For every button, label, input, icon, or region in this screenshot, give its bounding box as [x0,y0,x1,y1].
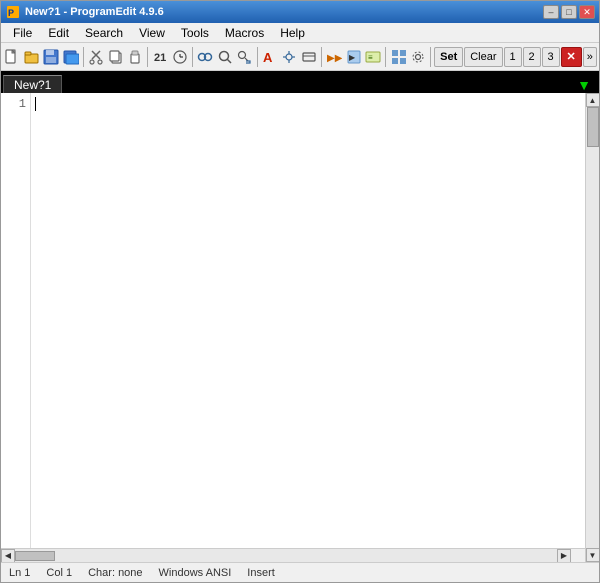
tab-label: New?1 [14,78,51,92]
svg-text:A: A [263,50,273,65]
clear-button[interactable]: Clear [464,47,502,67]
expand-toolbar-button[interactable]: » [583,47,597,67]
app-icon: P [5,4,21,20]
menu-bar: File Edit Search View Tools Macros Help [1,23,599,43]
scroll-right-button[interactable]: ▶ [557,549,571,563]
text-cursor [35,97,36,111]
tab-new1[interactable]: New?1 [3,75,62,93]
set-button[interactable]: Set [434,47,463,67]
download-icon[interactable]: ▼ [571,77,597,93]
open-button[interactable] [23,46,42,68]
v-scroll-thumb[interactable] [587,107,599,147]
settings-button[interactable] [409,46,428,68]
paste-button[interactable] [126,46,145,68]
new-button[interactable] [3,46,22,68]
sep1 [83,47,84,67]
scroll-up-button[interactable]: ▲ [586,93,600,107]
run2-button[interactable]: ▶ [344,46,363,68]
window-title: New?1 - ProgramEdit 4.9.6 [25,6,543,18]
svg-text:P: P [8,8,14,18]
tab-bar: New?1 ▼ [1,71,599,93]
status-ln: Ln 1 [9,567,30,579]
save-all-button[interactable] [62,46,81,68]
menu-help[interactable]: Help [272,24,313,42]
tool1-button[interactable] [280,46,299,68]
search-binocular-button[interactable] [196,46,215,68]
run1-button[interactable]: ▶▶ [325,46,344,68]
sep5 [321,47,322,67]
main-window: P New?1 - ProgramEdit 4.9.6 – □ ✕ File E… [0,0,600,583]
grid-button[interactable] [389,46,408,68]
menu-tools[interactable]: Tools [173,24,217,42]
copy-button[interactable] [106,46,125,68]
vertical-scrollbar: ▲ ▼ [585,93,599,562]
tool2-button[interactable] [300,46,319,68]
menu-view[interactable]: View [131,24,173,42]
svg-text:▶▶: ▶▶ [327,53,342,64]
sep2 [147,47,148,67]
toolbar: 21 A ▶▶ [1,43,599,71]
num3-button[interactable]: 3 [542,47,560,67]
cut-button[interactable] [87,46,106,68]
menu-macros[interactable]: Macros [217,24,272,42]
scroll-corner [571,549,585,563]
find-button[interactable] [216,46,235,68]
editor-area[interactable] [31,93,585,548]
status-encoding: Windows ANSI [159,567,232,579]
num2-button[interactable]: 2 [523,47,541,67]
replace-button[interactable] [235,46,254,68]
save-button[interactable] [42,46,61,68]
title-bar: P New?1 - ProgramEdit 4.9.6 – □ ✕ [1,1,599,23]
line-number-1: 1 [5,97,26,111]
scroll-left-button[interactable]: ◀ [1,549,15,563]
status-col: Col 1 [46,567,72,579]
svg-text:▶: ▶ [349,53,356,62]
time-button[interactable] [171,46,190,68]
restore-button[interactable]: □ [561,5,577,19]
status-mode: Insert [247,567,275,579]
h-scroll-track[interactable] [15,549,557,563]
line-numbers: 1 [1,93,31,548]
h-scroll-thumb[interactable] [15,551,55,561]
menu-edit[interactable]: Edit [40,24,77,42]
run3-button[interactable]: ≡ [364,46,383,68]
bookmark-clear-button[interactable]: ✕ [561,47,582,67]
horizontal-scrollbar: ◀ ▶ [1,548,585,562]
status-char: Char: none [88,567,142,579]
sep7 [430,47,431,67]
highlight-button[interactable]: A [261,46,280,68]
format-button[interactable]: 21 [151,46,170,68]
close-button[interactable]: ✕ [579,5,595,19]
sep3 [192,47,193,67]
sep4 [257,47,258,67]
menu-file[interactable]: File [5,24,40,42]
svg-text:21: 21 [154,52,166,64]
sep6 [385,47,386,67]
scroll-down-button[interactable]: ▼ [586,548,600,562]
num1-button[interactable]: 1 [504,47,522,67]
editor-container: 1 [1,93,585,548]
menu-search[interactable]: Search [77,24,131,42]
status-bar: Ln 1 Col 1 Char: none Windows ANSI Inser… [1,562,599,582]
svg-text:≡: ≡ [368,53,373,62]
minimize-button[interactable]: – [543,5,559,19]
window-controls: – □ ✕ [543,5,595,19]
v-scroll-track[interactable] [586,107,600,548]
